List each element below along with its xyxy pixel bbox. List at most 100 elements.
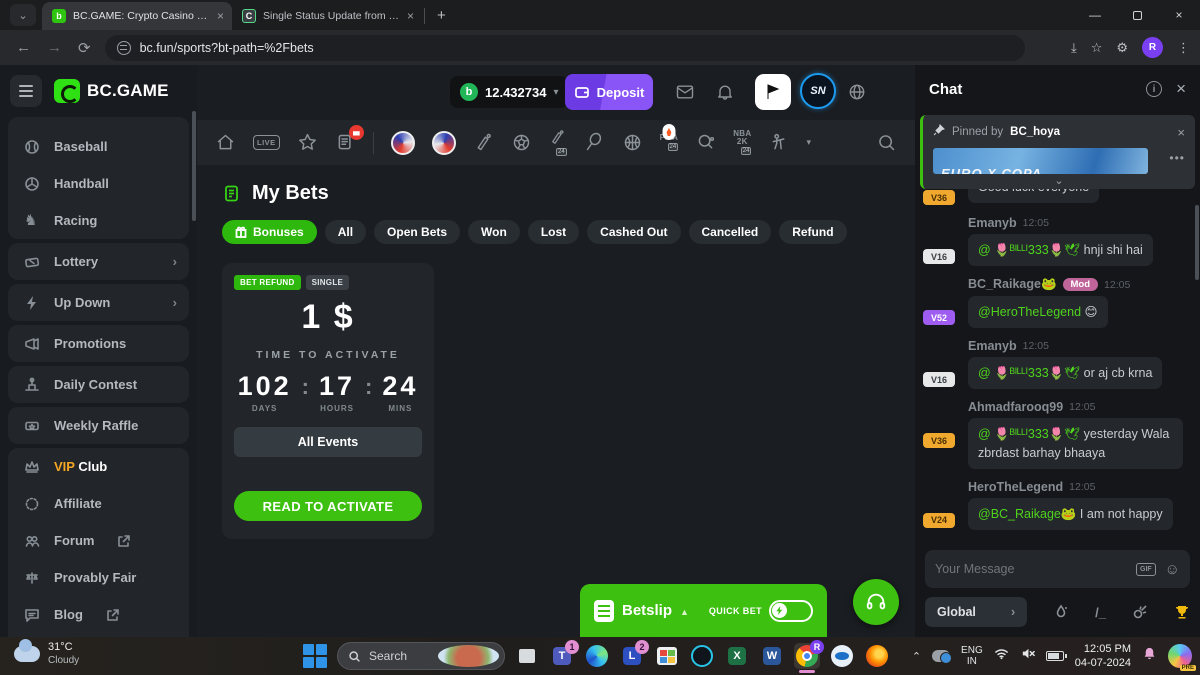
tab-close-icon[interactable]: × [407,9,414,23]
linkedin-app-icon[interactable]: L2 [619,643,645,669]
pin-close-icon[interactable]: × [1177,125,1185,140]
fifa-24-icon[interactable]: FIFA 24 [660,134,679,151]
filter-bonuses[interactable]: Bonuses [222,220,317,244]
mention[interactable]: @ 🌷ᴮᴵᴸᴸᴵ333🌷🕊 [978,427,1080,441]
more-sports-chevron-icon[interactable]: ▾ [806,137,811,148]
deposit-button[interactable]: Deposit [565,74,653,110]
message-input[interactable] [935,562,1127,576]
start-button[interactable] [302,643,328,669]
chat-input-box[interactable]: GIF ☺ [925,550,1190,588]
pinned-message[interactable]: Pinned by BC_hoya × EURO X COPA ••• ⌄ [920,115,1195,189]
betslip-bar[interactable]: Betslip ▲ QUICK BET [580,584,827,637]
tennis-icon[interactable] [584,132,605,153]
message-bubble[interactable]: @HeroTheLegend 😊 [968,296,1108,328]
mention[interactable]: @BC_Raikage🐸 [978,507,1076,521]
euro-2024-icon[interactable] [391,131,415,155]
browser-tab-inactive[interactable]: C Single Status Update from 07/0 × [232,2,422,30]
favorites-star-icon[interactable] [297,132,318,153]
username[interactable]: HeroTheLegend [968,480,1063,494]
table-tennis-icon[interactable] [695,132,716,153]
copa-america-icon[interactable] [432,131,456,155]
sidebar-item-provably-fair[interactable]: Provably Fair [8,559,189,596]
browser-profile-avatar[interactable]: R [1142,37,1163,58]
sidebar-item-forum[interactable]: Forum [8,522,189,559]
sidebar-item-vip-club[interactable]: VIP Club [8,448,189,485]
clock-widget[interactable]: 12:05 PM 04-07-2024 [1075,642,1131,671]
chat-scrollbar[interactable] [1195,205,1199,280]
my-bets-icon[interactable] [335,132,356,153]
gif-icon[interactable]: GIF [1136,563,1156,576]
sidebar-item-promotions[interactable]: Promotions [8,325,189,362]
counter-strike-icon[interactable] [768,132,789,153]
message-bubble[interactable]: @ 🌷ᴮᴵᴸᴸᴵ333🌷🕊 or aj cb krna [968,357,1162,389]
mention[interactable]: @ 🌷ᴮᴵᴸᴸᴵ333🌷🕊 [978,243,1080,257]
filter-won[interactable]: Won [468,220,520,244]
sidebar-item-affiliate[interactable]: Affiliate [8,485,189,522]
chat-room-selector[interactable]: Global › [925,597,1027,627]
sidebar-item-lottery[interactable]: Lottery › [8,243,189,280]
task-view-button[interactable] [514,643,540,669]
address-bar[interactable]: bc.fun/sports?bt-path=%2Fbets [105,35,1025,61]
store-app-icon[interactable] [654,643,680,669]
rain-drop-icon[interactable] [1053,604,1069,620]
browser-tab-active[interactable]: b BC.GAME: Crypto Casino Game × [42,2,232,30]
filter-all[interactable]: All [325,220,366,244]
hamburger-menu-button[interactable] [10,75,42,107]
wifi-icon[interactable] [994,646,1009,666]
onedrive-cloud-icon[interactable] [932,650,950,662]
soccer-icon[interactable] [511,132,532,153]
cricket-24-icon[interactable]: 24 [549,129,567,156]
filter-refund[interactable]: Refund [779,220,846,244]
mention[interactable]: @HeroTheLegend [978,305,1081,319]
sports-flag-button[interactable] [755,74,791,110]
edge-app-icon[interactable] [584,643,610,669]
tab-close-icon[interactable]: × [217,9,224,23]
filter-open-bets[interactable]: Open Bets [374,220,460,244]
new-tab-button[interactable]: + [437,7,446,24]
balance-selector[interactable]: b 12.432734 ▾ [450,76,568,108]
close-button[interactable]: × [1158,0,1200,30]
site-settings-icon[interactable] [117,41,131,55]
copilot-icon[interactable]: PRE [1168,644,1192,668]
forward-icon[interactable]: → [47,39,62,56]
restore-button[interactable] [1116,0,1158,30]
trophy-icon[interactable] [1174,604,1190,620]
minimize-button[interactable]: — [1074,0,1116,30]
mention[interactable]: @ 🌷ᴮᴵᴸᴸᴵ333🌷🕊 [978,366,1080,380]
pinned-banner-image[interactable]: EURO X COPA [933,148,1148,174]
taskbar-search[interactable]: Search [337,642,505,670]
tray-chevron-up-icon[interactable]: ⌃ [912,650,921,663]
alexa-app-icon[interactable] [689,643,715,669]
username[interactable]: BC_Raikage🐸 [968,277,1057,292]
refresh-icon[interactable]: ⟳ [78,39,91,57]
mail-icon[interactable] [675,82,695,102]
chrome-app-icon-active[interactable]: R [794,643,820,669]
all-events-button[interactable]: All Events [234,427,422,457]
pin-more-icon[interactable]: ••• [1169,151,1185,165]
support-chat-button[interactable] [853,579,899,625]
filter-lost[interactable]: Lost [528,220,579,244]
tab-search-chevron-icon[interactable]: ⌄ [10,4,36,26]
bcgame-logo[interactable]: BC.GAME [54,79,169,103]
notification-bell-icon[interactable] [1142,646,1157,666]
firefox-app-icon[interactable] [864,643,890,669]
comet-icon[interactable] [1132,604,1148,620]
username[interactable]: Emanyb [968,216,1017,230]
taskbar-weather-widget[interactable]: 31°C Cloudy [14,641,79,667]
excel-app-icon[interactable]: X [724,643,750,669]
battery-icon[interactable] [1046,651,1064,661]
read-to-activate-button[interactable]: READ TO ACTIVATE [234,491,422,521]
nba-2k-icon[interactable]: NBA 2K 24 [733,130,751,155]
menu-kebab-icon[interactable]: ⋮ [1177,40,1190,56]
sidebar-item-handball[interactable]: Handball [8,165,189,202]
basketball-icon[interactable] [622,132,643,153]
sidebar-item-daily-contest[interactable]: Daily Contest [8,366,189,403]
volume-muted-icon[interactable] [1020,646,1035,666]
user-avatar[interactable]: SN [800,73,836,109]
pin-expand-chevron-icon[interactable]: ⌄ [1054,174,1063,187]
sidebar-item-sport-betting-insight[interactable]: Sport Betting Insig [8,633,189,637]
quick-bet-toggle[interactable] [769,600,813,622]
sidebar-item-racing[interactable]: ♞ Racing [8,202,189,239]
sidebar-item-blog[interactable]: Blog [8,596,189,633]
sidebar-item-up-down[interactable]: Up Down › [8,284,189,321]
